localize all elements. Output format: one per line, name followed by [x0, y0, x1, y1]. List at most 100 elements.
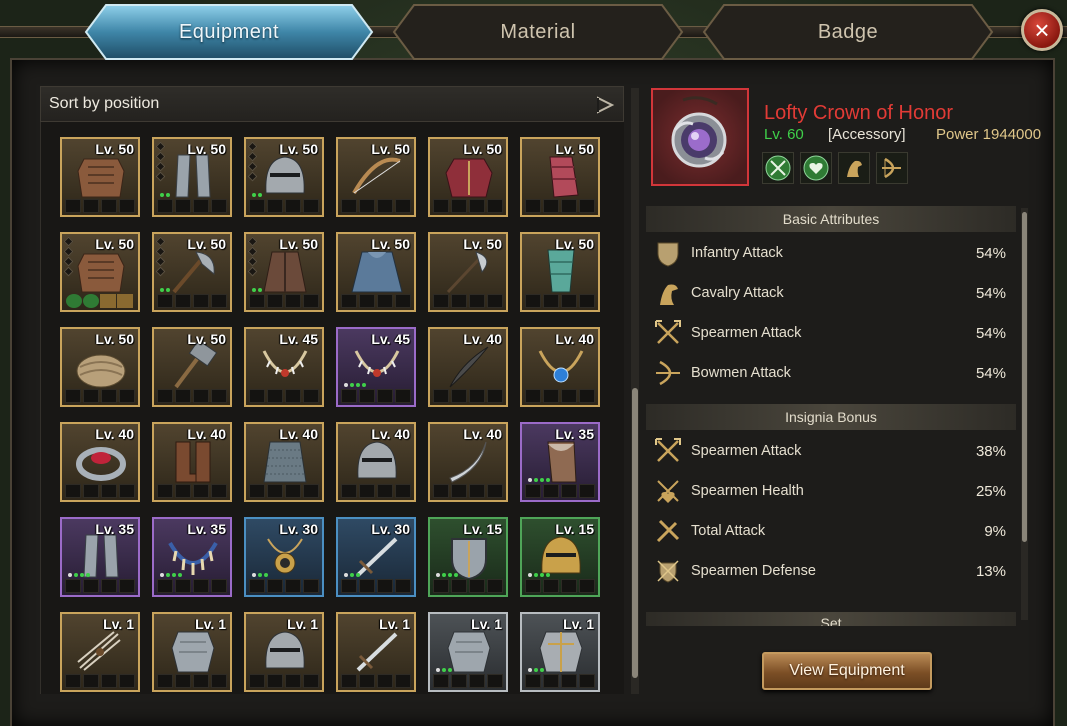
insignia-attribute-row: Spearmen Defense 13%: [654, 556, 1006, 586]
star-dots: [528, 478, 550, 482]
socket-slots: [157, 389, 227, 403]
equipment-slot[interactable]: Lv. 45: [244, 327, 324, 407]
attribute-value: 13%: [975, 562, 1006, 580]
sword-icon: [356, 632, 398, 672]
equipment-slot[interactable]: Lv. 45: [336, 327, 416, 407]
robe-icon: [263, 251, 307, 293]
axe-icon: [172, 251, 215, 294]
item-level-label: Lv. 1: [563, 616, 594, 632]
item-name: Lofty Crown of Honor: [764, 102, 953, 124]
tab-material[interactable]: Material: [392, 3, 684, 61]
view-equipment-button[interactable]: View Equipment: [762, 652, 932, 690]
socket-slots: [65, 389, 135, 403]
star-dots: [68, 573, 90, 577]
equipment-slot[interactable]: Lv. 40: [428, 422, 508, 502]
equipment-slot[interactable]: Lv. 35: [520, 422, 600, 502]
item-category: [Accessory]: [828, 126, 906, 143]
equipment-slot[interactable]: Lv. 35: [152, 517, 232, 597]
equipment-slot[interactable]: Lv. 40: [60, 422, 140, 502]
socket-slots: [433, 484, 503, 498]
equipment-slot[interactable]: Lv. 40: [428, 327, 508, 407]
equipment-slot[interactable]: Lv. 50: [428, 232, 508, 312]
tab-badge-label: Badge: [817, 20, 879, 43]
star-dots: [344, 573, 360, 577]
equipment-slot[interactable]: Lv. 50: [152, 327, 232, 407]
scrollbar-thumb[interactable]: [1022, 212, 1027, 542]
equipment-slot[interactable]: Lv. 50: [60, 232, 140, 312]
close-button[interactable]: ×: [1021, 9, 1063, 51]
socket-slots: [157, 484, 227, 498]
insignia-bonus-header: Insignia Bonus: [646, 404, 1016, 430]
horse-icon: [654, 279, 682, 307]
equipment-slot[interactable]: Lv. 40: [336, 422, 416, 502]
heart-badge-icon[interactable]: [800, 152, 832, 184]
helmet-icon: [265, 631, 305, 669]
attributes-scrollbar[interactable]: [1021, 208, 1028, 620]
attribute-name: Spearmen Attack: [691, 443, 802, 459]
equipment-slot[interactable]: Lv. 50: [60, 327, 140, 407]
socket-slots: [341, 579, 411, 593]
equipment-slot[interactable]: Lv. 50: [60, 137, 140, 217]
basic-attribute-row: Infantry Attack 54%: [654, 238, 1006, 268]
scrollbar-thumb[interactable]: [632, 388, 638, 678]
sabre-icon: [449, 441, 487, 483]
attribute-value: 54%: [975, 324, 1006, 342]
star-dots: [252, 573, 268, 577]
equipment-slot[interactable]: Lv. 40: [244, 422, 324, 502]
item-level-label: Lv. 30: [279, 521, 318, 537]
spear-badge-icon[interactable]: [762, 152, 794, 184]
item-level-label: Lv. 45: [371, 331, 410, 347]
equipment-scrollbar[interactable]: [631, 88, 639, 694]
equipment-slot[interactable]: Lv. 50: [520, 137, 600, 217]
tab-equipment[interactable]: Equipment: [84, 3, 374, 61]
star-dots: [344, 383, 366, 387]
attribute-value: 54%: [975, 284, 1006, 302]
equipment-slot[interactable]: Lv. 50: [336, 137, 416, 217]
socket-slots: [525, 389, 595, 403]
ring-icon: [76, 447, 126, 481]
equipment-slot[interactable]: Lv. 50: [244, 232, 324, 312]
item-badges: [762, 152, 908, 184]
equipment-slot[interactable]: Lv. 1: [428, 612, 508, 692]
equipment-slot[interactable]: Lv. 50: [520, 232, 600, 312]
item-level: Lv. 60: [764, 126, 804, 143]
equipment-slot[interactable]: Lv. 50: [152, 137, 232, 217]
equipment-slot[interactable]: Lv. 50: [428, 137, 508, 217]
star-dots: [160, 288, 170, 292]
bow-icon: [352, 157, 401, 194]
horse-badge-icon[interactable]: [838, 152, 870, 184]
item-level-label: Lv. 50: [187, 141, 226, 157]
item-level-label: Lv. 1: [287, 616, 318, 632]
equipment-slot[interactable]: Lv. 30: [244, 517, 324, 597]
equipment-slot[interactable]: Lv. 1: [60, 612, 140, 692]
tab-badge[interactable]: Badge: [702, 3, 994, 61]
selected-item-icon[interactable]: [651, 88, 749, 186]
equipment-slot[interactable]: Lv. 35: [60, 517, 140, 597]
equipment-slot[interactable]: Lv. 15: [520, 517, 600, 597]
rank-pips: [63, 236, 74, 277]
socket-slots: [525, 294, 595, 308]
badge-icon: [83, 294, 99, 308]
socket-slots: [433, 389, 503, 403]
star-dots: [528, 668, 544, 672]
socket-slots: [433, 674, 503, 688]
equipment-slot[interactable]: Lv. 1: [336, 612, 416, 692]
socket-slots: [249, 484, 319, 498]
equipment-slot[interactable]: Lv. 50: [152, 232, 232, 312]
item-level-label: Lv. 1: [195, 616, 226, 632]
equipment-slot[interactable]: Lv. 50: [336, 232, 416, 312]
equipment-slot[interactable]: Lv. 1: [520, 612, 600, 692]
equipment-slot[interactable]: Lv. 40: [152, 422, 232, 502]
equipment-slot[interactable]: Lv. 1: [244, 612, 324, 692]
bow-badge-icon[interactable]: [876, 152, 908, 184]
equipment-slot[interactable]: Lv. 50: [244, 137, 324, 217]
item-badges: [66, 294, 133, 308]
equipment-slot[interactable]: Lv. 1: [152, 612, 232, 692]
equipment-slot[interactable]: Lv. 40: [520, 327, 600, 407]
sort-dropdown[interactable]: Sort by position: [40, 86, 624, 122]
equipment-slot[interactable]: Lv. 15: [428, 517, 508, 597]
socket-slots: [65, 579, 135, 593]
equipment-slot[interactable]: Lv. 30: [336, 517, 416, 597]
socket-slots: [433, 579, 503, 593]
bluenecklace-icon: [538, 350, 584, 383]
